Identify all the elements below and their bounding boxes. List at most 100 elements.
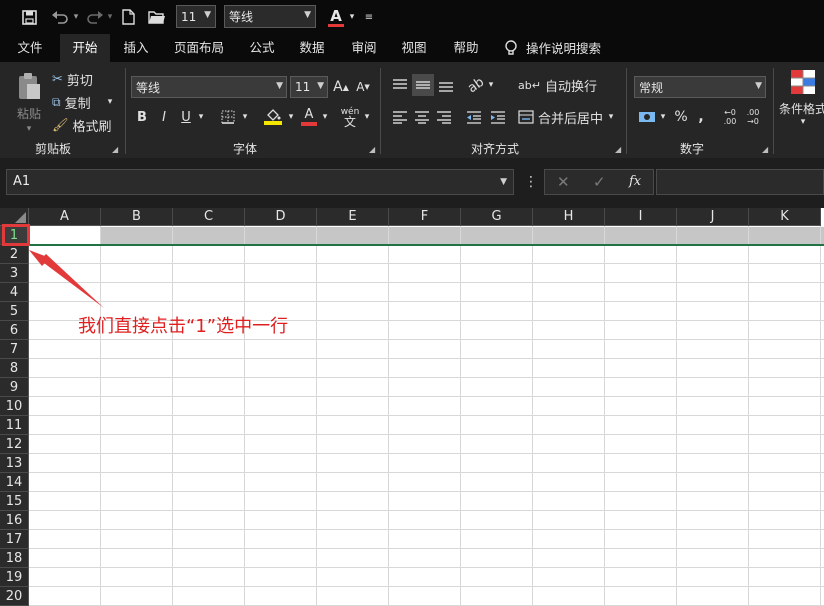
undo-icon[interactable] xyxy=(48,5,72,29)
font-color-ribbon-swatch xyxy=(301,122,317,126)
group-divider xyxy=(626,68,627,154)
font-name-combo[interactable]: 等线 ▼ xyxy=(131,76,287,98)
tab-view[interactable]: 视图 xyxy=(392,34,436,62)
dialog-launcher-icon[interactable]: ◢ xyxy=(112,145,118,154)
cut-button[interactable]: ✂ 剪切 xyxy=(52,70,122,89)
align-top-button[interactable] xyxy=(390,74,410,96)
number-format-value: 常规 xyxy=(639,80,664,95)
paint-bucket-icon xyxy=(267,109,281,121)
qat-font-name-value: 等线 xyxy=(229,10,254,24)
cancel-icon[interactable]: ✕ xyxy=(557,173,570,191)
redo-icon[interactable] xyxy=(84,5,106,29)
number-group-label: 数字 xyxy=(679,142,704,156)
qat-font-name-combo[interactable]: 等线 ▼ xyxy=(224,5,316,28)
fill-color-button[interactable] xyxy=(262,106,284,128)
save-icon[interactable] xyxy=(18,5,40,29)
phonetic-button[interactable]: wén 文 xyxy=(340,106,360,128)
phonetic-dropdown-icon[interactable]: ▾ xyxy=(362,106,372,128)
enter-icon[interactable]: ✓ xyxy=(593,173,606,191)
underline-button[interactable]: U xyxy=(178,106,194,128)
tab-formulas[interactable]: 公式 xyxy=(240,34,284,62)
underline-dropdown-icon[interactable]: ▾ xyxy=(196,106,206,128)
tab-page-layout[interactable]: 页面布局 xyxy=(168,34,230,62)
format-painter-button[interactable]: 🖌 格式刷 xyxy=(52,116,122,135)
increase-indent-icon xyxy=(491,111,505,124)
dialog-launcher-icon[interactable]: ◢ xyxy=(369,145,375,154)
orientation-dropdown-icon[interactable]: ▾ xyxy=(486,74,496,96)
qat-font-size-value: 11 xyxy=(181,9,197,24)
tab-file[interactable]: 文件 xyxy=(8,34,52,62)
dialog-launcher-icon[interactable]: ◢ xyxy=(615,145,621,154)
undo-dropdown-icon[interactable]: ▾ xyxy=(71,5,81,29)
orientation-button[interactable]: ab xyxy=(465,74,487,96)
paste-button[interactable]: 粘贴 xyxy=(12,68,46,124)
percent-button[interactable]: % xyxy=(672,106,690,128)
number-format-combo[interactable]: 常规 ▼ xyxy=(634,76,766,98)
customize-qat-icon[interactable]: ≡ xyxy=(363,5,375,29)
conditional-formatting-icon xyxy=(791,70,815,94)
paste-dropdown-icon[interactable]: ▾ xyxy=(18,124,40,134)
merge-dropdown-icon[interactable]: ▾ xyxy=(606,106,616,128)
chevron-down-icon: ▼ xyxy=(276,81,283,91)
font-color-button[interactable]: A xyxy=(326,5,346,29)
tab-help[interactable]: 帮助 xyxy=(444,34,488,62)
font-color-ribbon-glyph: A xyxy=(304,107,314,122)
align-center-button[interactable] xyxy=(412,106,432,128)
formula-bar-more-icon[interactable]: ⋮ xyxy=(524,174,538,190)
tab-review[interactable]: 审阅 xyxy=(342,34,386,62)
align-bottom-button[interactable] xyxy=(436,74,456,96)
tab-insert[interactable]: 插入 xyxy=(114,34,158,62)
chevron-down-icon: ▼ xyxy=(204,10,211,20)
arrow-up-icon: ▲ xyxy=(342,82,349,92)
currency-button[interactable] xyxy=(636,106,658,128)
font-size-combo[interactable]: 11 ▼ xyxy=(290,76,328,98)
grow-font-button[interactable]: A ▲ xyxy=(332,76,350,98)
new-document-icon[interactable] xyxy=(118,5,138,29)
arrow-down-icon: ▼ xyxy=(364,83,370,91)
copy-label: 复制 xyxy=(64,96,91,112)
redo-dropdown-icon[interactable]: ▾ xyxy=(105,5,115,29)
decrease-indent-button[interactable] xyxy=(464,106,484,128)
currency-dropdown-icon[interactable]: ▾ xyxy=(658,106,668,128)
bold-button[interactable]: B xyxy=(134,106,150,128)
font-color-ribbon-button[interactable]: A xyxy=(300,106,318,128)
decrease-decimal-button[interactable]: .00 →0 xyxy=(742,106,764,128)
fill-color-dropdown-icon[interactable]: ▾ xyxy=(286,106,296,128)
wrap-text-label: 自动换行 xyxy=(544,79,597,95)
borders-button[interactable] xyxy=(220,106,236,128)
merge-center-button[interactable]: 合并后居中 xyxy=(518,106,614,128)
ribbon: 粘贴 ▾ ✂ 剪切 ⧉ 复制 ▾ 🖌 格式刷 剪贴板 ◢ 等线 ▼ 11 ▼ A… xyxy=(0,62,824,158)
increase-indent-button[interactable] xyxy=(488,106,508,128)
formula-input[interactable] xyxy=(656,169,824,195)
copy-dropdown-icon[interactable]: ▾ xyxy=(104,93,116,111)
borders-dropdown-icon[interactable]: ▾ xyxy=(240,106,250,128)
group-divider xyxy=(773,68,774,154)
font-color-dropdown-icon[interactable]: ▾ xyxy=(347,5,357,29)
orientation-icon: ab xyxy=(465,74,487,96)
tab-home[interactable]: 开始 xyxy=(60,34,110,62)
insert-function-icon[interactable]: fx xyxy=(629,174,641,189)
quick-access-toolbar: ▾ ▾ 11 ▼ 等线 ▼ A ▾ ≡ xyxy=(0,0,824,34)
wrap-text-button[interactable]: ab↵ 自动换行 xyxy=(518,74,598,96)
ribbon-tabs: 文件 开始 插入 页面布局 公式 数据 审阅 视图 帮助 操作说明搜索 xyxy=(0,34,824,62)
group-divider xyxy=(125,68,126,154)
shrink-font-button[interactable]: A ▼ xyxy=(354,76,372,98)
comma-button[interactable]: , xyxy=(694,106,708,128)
conditional-formatting-button[interactable]: 条件格式 ▾ xyxy=(779,68,824,138)
open-folder-icon[interactable] xyxy=(146,5,168,29)
phonetic-char-icon: 文 xyxy=(343,114,356,129)
align-left-button[interactable] xyxy=(390,106,410,128)
chevron-down-icon: ▼ xyxy=(755,81,762,91)
border-grid-icon xyxy=(221,110,235,124)
font-size-value: 11 xyxy=(295,80,311,94)
name-box[interactable]: A1 ▼ xyxy=(6,169,514,195)
align-middle-button[interactable] xyxy=(412,74,434,96)
tell-me-search[interactable]: 操作说明搜索 xyxy=(504,34,614,62)
italic-button[interactable]: I xyxy=(156,106,172,128)
qat-font-size-combo[interactable]: 11 ▼ xyxy=(176,5,216,28)
tab-data[interactable]: 数据 xyxy=(290,34,334,62)
align-right-button[interactable] xyxy=(434,106,454,128)
increase-decimal-button[interactable]: ←0 .00 xyxy=(720,106,740,128)
font-color-ribbon-dropdown-icon[interactable]: ▾ xyxy=(320,106,330,128)
dialog-launcher-icon[interactable]: ◢ xyxy=(762,145,768,154)
